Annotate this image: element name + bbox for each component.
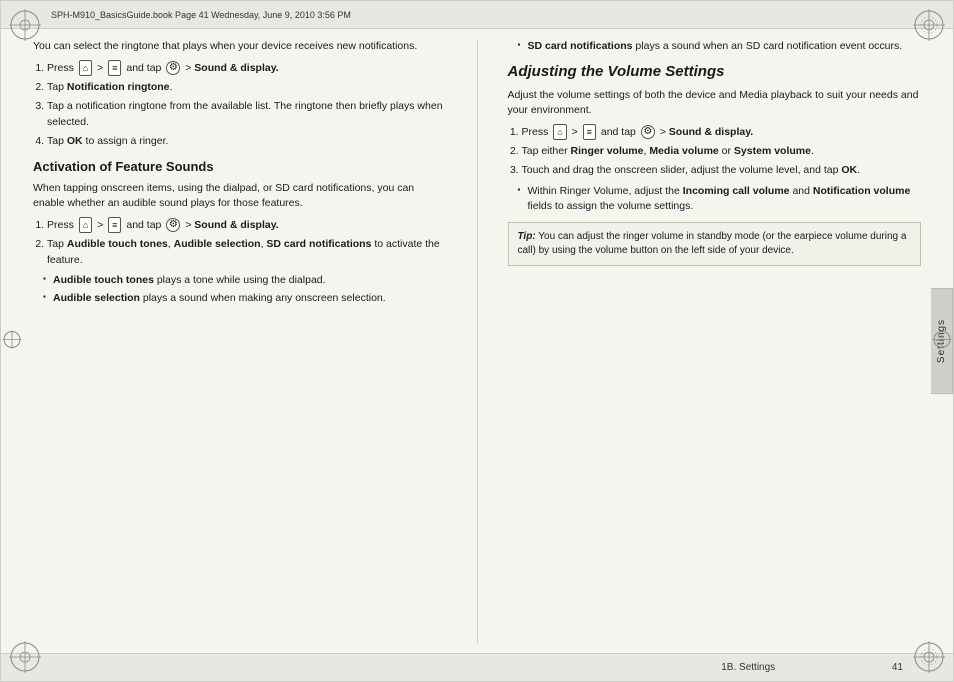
notification-volume-bold: Notification volume [813, 185, 910, 197]
menu-icon: ≡ [108, 60, 121, 76]
tip-label: Tip: [518, 231, 536, 242]
activation-heading: Activation of Feature Sounds [33, 159, 447, 176]
left-margin [1, 29, 23, 653]
audible-bullets: Audible touch tones plays a tone while u… [43, 273, 447, 306]
notification-step-4: Tap OK to assign a ringer. [47, 134, 447, 149]
page-footer: 1B. Settings 41 [1, 653, 953, 681]
footer-section: 1B. Settings [721, 662, 775, 673]
right-column: SD card notifications plays a sound when… [498, 39, 932, 643]
home-icon: ⌂ [79, 60, 92, 76]
sound-display-label-2: Sound & display. [194, 219, 278, 231]
ringer-volume-label: Ringer volume [571, 145, 644, 157]
ok-label-2: OK [841, 164, 857, 176]
left-margin-mark [2, 330, 22, 353]
activation-paragraph: When tapping onscreen items, using the d… [33, 181, 447, 211]
gear-icon-2: ⚙ [166, 218, 180, 232]
sd-card-bold: SD card notifications [528, 40, 633, 52]
adjusting-steps-list: Press ⌂ > ≡ and tap ⚙ > Sound & display.… [522, 124, 922, 178]
adjusting-step-3: Touch and drag the onscreen slider, adju… [522, 163, 922, 178]
notification-step-1: Press ⌂ > ≡ and tap ⚙ > Sound & display. [47, 60, 447, 76]
notification-step-3: Tap a notification ringtone from the ava… [47, 99, 447, 129]
audible-selection-bold: Audible selection [53, 292, 140, 304]
audible-selection-label: Audible selection [174, 238, 261, 250]
activation-step-1: Press ⌂ > ≡ and tap ⚙ > Sound & display. [47, 217, 447, 233]
notification-steps-list: Press ⌂ > ≡ and tap ⚙ > Sound & display.… [47, 60, 447, 149]
main-content: You can select the ringtone that plays w… [23, 29, 931, 653]
header-text: SPH-M910_BasicsGuide.book Page 41 Wednes… [51, 10, 351, 20]
notification-step-2: Tap Notification ringtone. [47, 80, 447, 95]
notification-ringtone-label: Notification ringtone [67, 81, 170, 93]
gear-icon: ⚙ [166, 61, 180, 75]
sound-display-label-3: Sound & display. [669, 126, 753, 138]
audible-touch-tones-bullet: Audible touch tones plays a tone while u… [43, 273, 447, 288]
adjusting-heading: Adjusting the Volume Settings [508, 62, 922, 82]
adjusting-step-2: Tap either Ringer volume, Media volume o… [522, 144, 922, 159]
sd-card-bullet: SD card notifications plays a sound when… [518, 39, 922, 54]
activation-steps-list: Press ⌂ > ≡ and tap ⚙ > Sound & display.… [47, 217, 447, 267]
media-volume-label: Media volume [649, 145, 718, 157]
adjusting-paragraph: Adjust the volume settings of both the d… [508, 88, 922, 118]
page: SPH-M910_BasicsGuide.book Page 41 Wednes… [0, 0, 954, 682]
menu-icon-3: ≡ [583, 124, 596, 140]
sound-display-label: Sound & display. [194, 62, 278, 74]
left-column: You can select the ringtone that plays w… [23, 39, 457, 643]
sd-card-notif-label: SD card notifications [266, 238, 371, 250]
intro-paragraph: You can select the ringtone that plays w… [33, 39, 447, 54]
audible-touch-tones-bold: Audible touch tones [53, 274, 154, 286]
system-volume-label: System volume [734, 145, 811, 157]
adjusting-step-1: Press ⌂ > ≡ and tap ⚙ > Sound & display. [522, 124, 922, 140]
incoming-call-bullet: Within Ringer Volume, adjust the Incomin… [518, 184, 922, 214]
column-divider [477, 39, 478, 643]
activation-step-2: Tap Audible touch tones, Audible selecti… [47, 237, 447, 267]
gear-icon-3: ⚙ [641, 125, 655, 139]
sd-card-bullet-list: SD card notifications plays a sound when… [518, 39, 922, 54]
page-header: SPH-M910_BasicsGuide.book Page 41 Wednes… [1, 1, 953, 29]
right-margin [931, 29, 953, 653]
ok-label: OK [67, 135, 83, 147]
audible-selection-bullet: Audible selection plays a sound when mak… [43, 291, 447, 306]
menu-icon-2: ≡ [108, 217, 121, 233]
tip-text: You can adjust the ringer volume in stan… [518, 231, 907, 256]
home-icon-2: ⌂ [79, 217, 92, 233]
content-area: You can select the ringtone that plays w… [1, 29, 953, 653]
home-icon-3: ⌂ [553, 124, 566, 140]
right-margin-mark [932, 330, 952, 353]
volume-sub-bullets: Within Ringer Volume, adjust the Incomin… [518, 184, 922, 214]
incoming-call-bold: Incoming call volume [683, 185, 790, 197]
audible-features-label: Audible touch tones [67, 238, 168, 250]
footer-page: 41 [892, 662, 903, 673]
tip-box: Tip: You can adjust the ringer volume in… [508, 222, 922, 266]
